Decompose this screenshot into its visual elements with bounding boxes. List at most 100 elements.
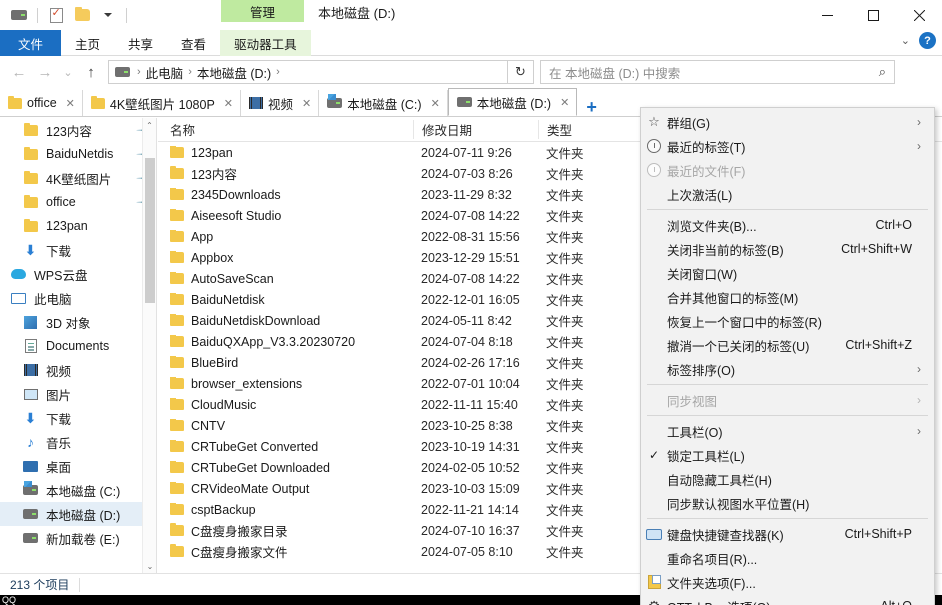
menu-item[interactable]: 恢复上一个窗口中的标签(R) xyxy=(641,309,934,333)
recent-locations-icon[interactable]: ⌄ xyxy=(58,60,78,84)
sidebar-item[interactable]: 视频 xyxy=(0,358,156,382)
column-header-name[interactable]: 名称 xyxy=(158,120,413,139)
menu-item[interactable]: 自动隐藏工具栏(H) xyxy=(641,467,934,491)
breadcrumb-item-drive-d[interactable]: 本地磁盘 (D:) xyxy=(197,63,271,82)
menu-item-label: 同步视图 xyxy=(667,394,718,409)
chevron-down-icon[interactable]: ⌄ xyxy=(901,34,910,47)
file-date-cell: 2024-07-08 14:22 xyxy=(421,271,520,286)
sidebar-item-icon xyxy=(22,362,39,379)
help-icon[interactable]: ? xyxy=(919,32,936,49)
minimize-button[interactable] xyxy=(804,0,850,30)
tab-close-icon[interactable]: ✕ xyxy=(560,96,569,109)
breadcrumb[interactable]: › 此电脑 › 本地磁盘 (D:) › xyxy=(108,60,508,84)
sidebar-item[interactable]: Documents xyxy=(0,334,156,358)
tab-wallpapers[interactable]: 4K壁纸图片 1080P ✕ xyxy=(83,90,242,116)
ribbon-tab-home[interactable]: 主页 xyxy=(61,30,114,56)
customize-dropdown-icon[interactable] xyxy=(97,4,119,26)
menu-item-label: 文件夹选项(F)... xyxy=(667,576,756,591)
refresh-button[interactable]: ↻ xyxy=(508,60,534,84)
sidebar-item[interactable]: BaiduNetdis📌 xyxy=(0,142,156,166)
menu-item[interactable]: ⚙ QTTabBar 选项(O)...Alt+O xyxy=(641,594,934,605)
menu-item[interactable]: 重命名项目(R)... xyxy=(641,546,934,570)
folder-icon xyxy=(23,146,38,160)
tab-drive-d[interactable]: 本地磁盘 (D:) ✕ xyxy=(447,88,578,116)
drive-icon[interactable] xyxy=(8,4,30,26)
menu-item-label: 群组(G) xyxy=(667,116,711,131)
tab-office[interactable]: office ✕ xyxy=(0,90,83,116)
menu-item[interactable]: 合并其他窗口的标签(M) xyxy=(641,285,934,309)
sidebar-item-label: 123内容 xyxy=(46,124,92,139)
sidebar-item[interactable]: office📌 xyxy=(0,190,156,214)
sidebar-item[interactable]: 桌面 xyxy=(0,454,156,478)
sidebar-item[interactable]: 本地磁盘 (D:) xyxy=(0,502,156,526)
checkmark-icon: ✓ xyxy=(648,448,660,462)
menu-item[interactable]: 上次激活(L) xyxy=(641,182,934,206)
folder-icon xyxy=(170,502,184,515)
sidebar-item[interactable]: 4K壁纸图片 📌 xyxy=(0,166,156,190)
ribbon-tab-file[interactable]: 文件 xyxy=(0,30,62,56)
sidebar-item[interactable]: ⬇ 下载 xyxy=(0,238,156,262)
sidebar-item[interactable]: 123pan xyxy=(0,214,156,238)
column-header-type[interactable]: 类型 xyxy=(538,120,638,139)
menu-item[interactable]: 文件夹选项(F)... xyxy=(641,570,934,594)
ribbon-tab-view[interactable]: 查看 xyxy=(167,30,220,56)
sidebar-item[interactable]: WPS云盘 xyxy=(0,262,156,286)
file-name-label: BaiduNetdiskDownload xyxy=(191,313,321,328)
sidebar-scrollbar[interactable]: ⌃ ⌄ xyxy=(142,118,156,573)
menu-item[interactable]: 浏览文件夹(B)... Ctrl+O xyxy=(641,213,934,237)
back-button[interactable]: ← xyxy=(6,60,32,84)
sidebar-item[interactable]: 3D 对象 xyxy=(0,310,156,334)
column-header-date[interactable]: 修改日期 xyxy=(413,120,538,139)
menu-item[interactable]: 关闭窗口(W) xyxy=(641,261,934,285)
sidebar-item-icon xyxy=(22,338,39,355)
sidebar-item-label: 4K壁纸图片 xyxy=(46,172,112,187)
menu-item[interactable]: 键盘快捷键查找器(K) Ctrl+Shift+P xyxy=(641,522,934,546)
sidebar-item-icon: ⬇ xyxy=(22,242,39,259)
folder-icon xyxy=(170,376,184,389)
scroll-down-icon[interactable]: ⌄ xyxy=(143,559,156,573)
breadcrumb-item-this-pc[interactable]: 此电脑 xyxy=(146,63,184,82)
new-folder-icon[interactable] xyxy=(71,4,93,26)
scrollbar-thumb[interactable] xyxy=(145,158,155,303)
sidebar-item[interactable]: 新加载卷 (E:) xyxy=(0,526,156,550)
up-button[interactable]: ↑ xyxy=(78,60,104,84)
sidebar-items: 123内容📌BaiduNetdis📌4K壁纸图片 📌office📌 123pan ⬇… xyxy=(0,118,156,550)
menu-item[interactable]: 关闭非当前的标签(B) Ctrl+Shift+W xyxy=(641,237,934,261)
sidebar-item[interactable]: 本地磁盘 (C:) xyxy=(0,478,156,502)
tab-drive-c[interactable]: 本地磁盘 (C:) ✕ xyxy=(319,90,448,116)
new-tab-button[interactable]: + xyxy=(577,98,606,116)
sidebar-item-icon: ♪ xyxy=(22,434,39,451)
sidebar-item-icon xyxy=(22,458,39,475)
search-input[interactable]: 在 本地磁盘 (D:) 中搜索 ⌕ xyxy=(540,60,895,84)
ribbon-tab-share[interactable]: 共享 xyxy=(114,30,167,56)
sidebar-item[interactable]: 123内容📌 xyxy=(0,118,156,142)
sidebar-item-label: 123pan xyxy=(46,219,88,233)
tab-close-icon[interactable]: ✕ xyxy=(302,97,311,110)
context-menu-items: ☆ 群组(G) › 最近的标签(T) › 最近的文件(F) 上次激活(L) 浏览文件夹(B).… xyxy=(641,110,934,605)
menu-item[interactable]: 标签排序(O) › xyxy=(641,357,934,381)
scroll-up-icon[interactable]: ⌃ xyxy=(143,118,156,132)
file-date-cell: 2022-07-01 10:04 xyxy=(421,376,520,391)
menu-item[interactable]: 工具栏(O) › xyxy=(641,419,934,443)
maximize-button[interactable] xyxy=(850,0,896,30)
menu-item[interactable]: 同步默认视图水平位置(H) xyxy=(641,491,934,515)
tab-close-icon[interactable]: ✕ xyxy=(431,97,440,110)
tab-videos[interactable]: 视频 ✕ xyxy=(241,90,320,116)
close-button[interactable] xyxy=(896,0,942,30)
menu-item[interactable]: 最近的标签(T) › xyxy=(641,134,934,158)
menu-item[interactable]: 撤消一个已关闭的标签(U) Ctrl+Shift+Z xyxy=(641,333,934,357)
tab-close-icon[interactable]: ✕ xyxy=(224,97,233,110)
tab-close-icon[interactable]: ✕ xyxy=(66,97,75,110)
menu-item[interactable]: ✓ 锁定工具栏(L) xyxy=(641,443,934,467)
sidebar-item[interactable]: 此电脑 xyxy=(0,286,156,310)
menu-item[interactable]: ☆ 群组(G) › xyxy=(641,110,934,134)
sidebar-item[interactable]: ♪ 音乐 xyxy=(0,430,156,454)
search-icon[interactable]: ⌕ xyxy=(879,64,886,80)
sidebar-item[interactable]: 图片 xyxy=(0,382,156,406)
ribbon-tab-drive-tools[interactable]: 驱动器工具 xyxy=(220,30,311,56)
folder-icon xyxy=(170,292,184,305)
sidebar-item[interactable]: ⬇ 下载 xyxy=(0,406,156,430)
menu-item-label: 撤消一个已关闭的标签(U) xyxy=(667,339,810,354)
forward-button[interactable]: → xyxy=(32,60,58,84)
properties-icon[interactable] xyxy=(45,4,67,26)
